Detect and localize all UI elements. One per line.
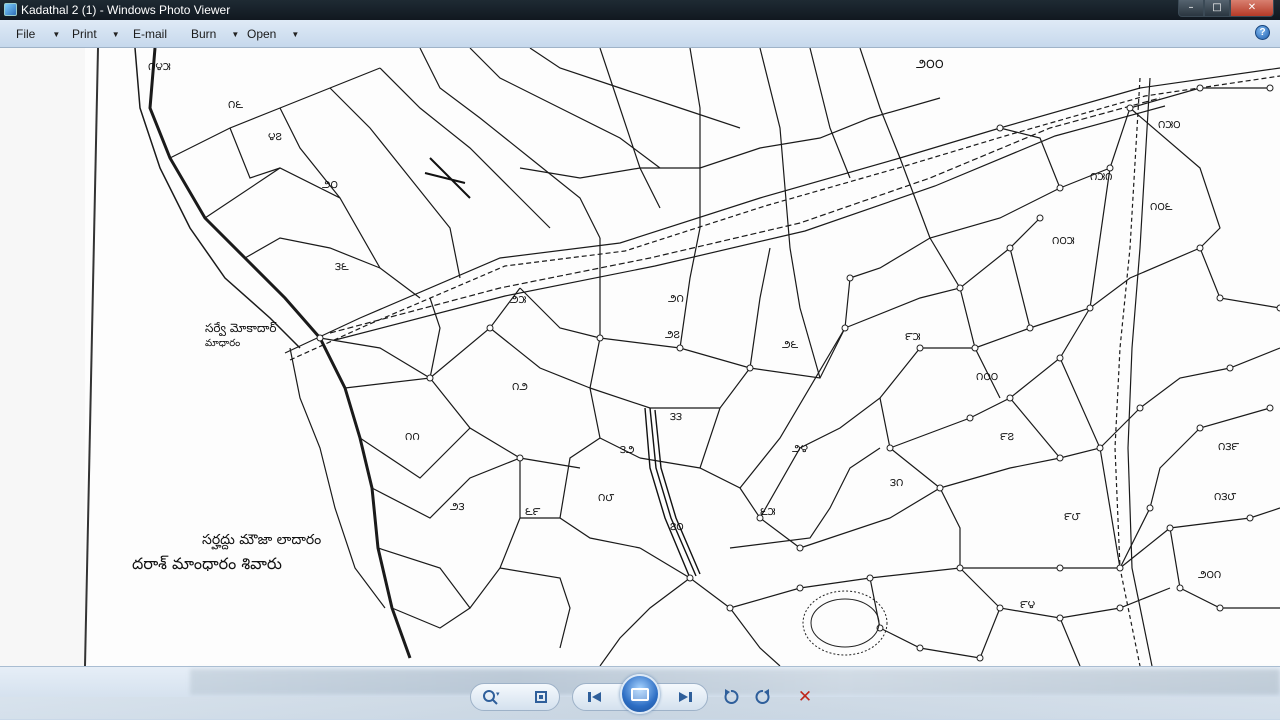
minimize-icon: – xyxy=(1188,2,1194,13)
window-controls: – □ ✕ xyxy=(1178,0,1274,18)
map-labels: సర్వే మోకాదార్ మాధారం సర్హద్దు మౌజా లాదా… xyxy=(0,48,1280,666)
maximize-icon: □ xyxy=(1212,2,1222,13)
plot-number: ౩౩ xyxy=(670,410,683,423)
delete-button[interactable]: ✕ xyxy=(792,685,818,709)
rotate-clockwise-icon xyxy=(755,689,770,704)
menu-open[interactable]: Open ▼ xyxy=(247,27,299,41)
plot-number: ౧౮ xyxy=(598,491,615,504)
plot-number: ౩౨ xyxy=(620,443,635,456)
rotate-counterclockwise-icon xyxy=(724,689,739,704)
slideshow-button[interactable] xyxy=(620,674,660,714)
plot-number: ౯౫ xyxy=(905,330,921,343)
menu-file-label: File xyxy=(16,27,36,41)
chevron-down-icon: ▼ xyxy=(111,29,120,39)
title-bar: Kadathal 2 (1) - Windows Photo Viewer – … xyxy=(0,0,1280,20)
plot-number: ౬౫ xyxy=(760,505,776,518)
plot-number: ౧౨ xyxy=(512,380,528,393)
plot-number: ౧౧ xyxy=(405,430,420,443)
close-icon: ✕ xyxy=(1247,2,1257,13)
rotate-counterclockwise-button[interactable] xyxy=(718,685,744,709)
plot-number: ౧౦౫ xyxy=(1052,234,1075,247)
chevron-down-icon: ▼ xyxy=(291,29,300,39)
plot-number: ౩౧ xyxy=(890,476,904,489)
plot-number: ౧౦౦ xyxy=(976,370,999,383)
plot-number: ౪౭ xyxy=(268,130,282,143)
plot-number: ౧౪౫ xyxy=(148,60,171,73)
close-button[interactable]: ✕ xyxy=(1230,0,1274,17)
plot-number: ౨౦౧ xyxy=(1198,568,1222,581)
previous-button[interactable] xyxy=(582,685,608,709)
menu-open-label: Open xyxy=(247,27,277,41)
plot-number: ౨౧ xyxy=(668,292,684,305)
next-icon xyxy=(679,692,692,702)
bottom-note-line2: దరాశ్ మాంధారం శివారు xyxy=(132,554,282,573)
fit-to-window-button[interactable] xyxy=(528,685,554,709)
maximize-button[interactable]: □ xyxy=(1204,0,1230,17)
chevron-down-icon: ▼ xyxy=(231,29,240,39)
slideshow-icon xyxy=(631,687,649,701)
bottom-note: సర్హద్దు మౌజా లాదారం దరాశ్ మాంధారం శివార… xyxy=(132,528,321,576)
plot-number: ౩౬ xyxy=(335,260,349,273)
window-title: Kadathal 2 (1) - Windows Photo Viewer xyxy=(21,3,231,17)
bottom-note-line1: సర్హద్దు మౌజా లాదారం xyxy=(202,532,322,548)
previous-icon xyxy=(588,692,601,702)
plot-number: ౨౦ xyxy=(322,178,338,191)
menu-burn[interactable]: Burn ▼ xyxy=(191,27,239,41)
plot-number: ౬౯ xyxy=(525,505,541,518)
marginal-note-line1: సర్వే మోకాదార్ xyxy=(205,321,277,335)
menu-file[interactable]: File ▼ xyxy=(16,27,60,41)
fit-to-window-icon xyxy=(535,691,547,703)
plot-number: ౯౪ xyxy=(1020,598,1036,611)
plot-number: ౨౭ xyxy=(665,328,680,341)
plot-number: ౧౬ xyxy=(228,98,243,111)
svg-text:▾: ▾ xyxy=(496,690,500,698)
plot-number: ౧౩౮ xyxy=(1214,490,1237,503)
plot-number: ౨౦౦ xyxy=(916,57,944,72)
plot-number: ౯౭ xyxy=(1000,430,1014,443)
plot-number: ౨౬ xyxy=(782,338,799,351)
plot-number: ౨౫ xyxy=(510,293,527,306)
marginal-note-line2: మాధారం xyxy=(205,338,241,349)
minimize-button[interactable]: – xyxy=(1178,0,1204,17)
plot-number: ౯౮ xyxy=(1064,510,1081,523)
plot-number: ౧౫౧ xyxy=(1090,170,1113,183)
plot-number: ౨౪ xyxy=(792,442,809,455)
plot-number: ౧౦౬ xyxy=(1150,200,1173,213)
menu-bar: File ▼ Print ▼ E-mail Burn ▼ Open ▼ ? xyxy=(0,20,1280,48)
rotate-clockwise-button[interactable] xyxy=(750,685,776,709)
navigation-toolbar: ▾ ✕ xyxy=(0,666,1280,720)
zoom-icon: ▾ xyxy=(483,690,500,705)
image-viewport[interactable]: సర్వే మోకాదార్ మాధారం సర్హద్దు మౌజా లాదా… xyxy=(0,48,1280,666)
plot-number: ౭౦ xyxy=(670,520,684,533)
menu-burn-label: Burn xyxy=(191,27,217,41)
next-button[interactable] xyxy=(672,685,698,709)
help-button[interactable]: ? xyxy=(1255,25,1270,40)
marginal-note: సర్వే మోకాదార్ మాధారం xyxy=(205,320,276,352)
menu-print-label: Print xyxy=(72,27,97,41)
plot-number: ౧౫౦ xyxy=(1158,118,1181,131)
delete-icon: ✕ xyxy=(797,687,813,707)
plot-number: ౧౩౯ xyxy=(1218,440,1239,453)
menu-email[interactable]: E-mail xyxy=(133,27,167,41)
chevron-down-icon: ▼ xyxy=(52,29,61,39)
zoom-button[interactable]: ▾ xyxy=(478,685,504,709)
help-icon: ? xyxy=(1259,27,1266,38)
menu-print[interactable]: Print ▼ xyxy=(72,27,120,41)
menu-email-label: E-mail xyxy=(133,27,168,41)
plot-number: ౨౩ xyxy=(450,500,465,513)
photo-viewer-app-icon xyxy=(4,3,17,16)
